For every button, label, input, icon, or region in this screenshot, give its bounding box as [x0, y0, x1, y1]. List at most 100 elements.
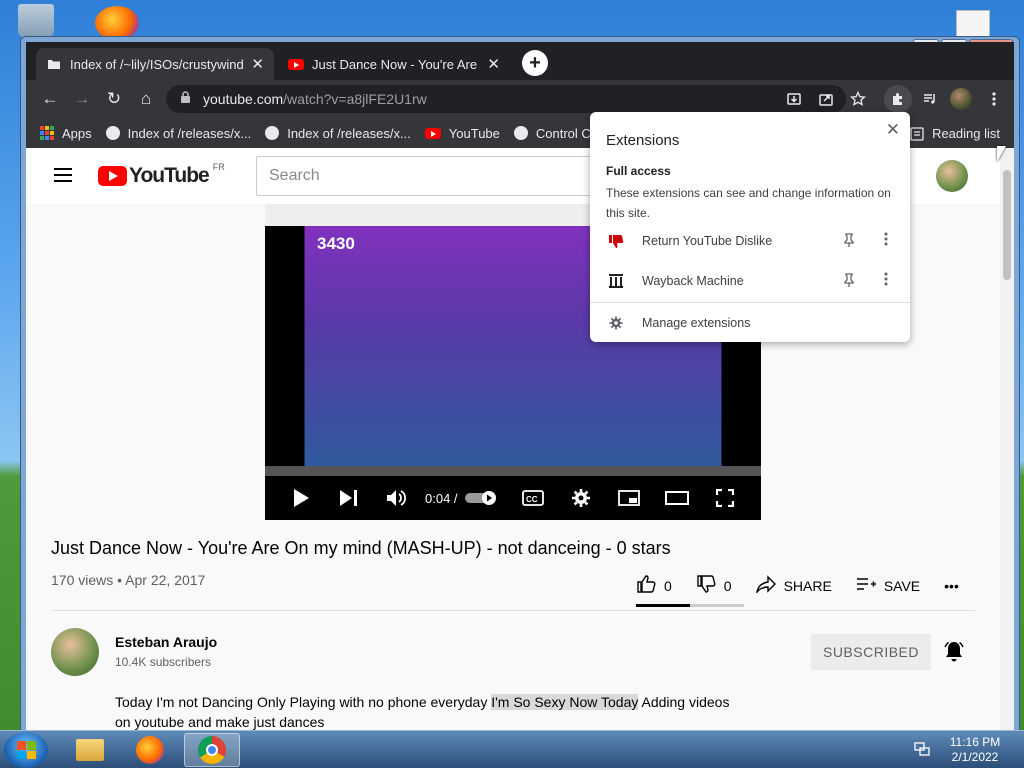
dislike-extension-icon: [608, 233, 624, 249]
extension-name: Wayback Machine: [642, 274, 744, 288]
profile-avatar-icon[interactable]: [950, 88, 972, 110]
home-icon[interactable]: ⌂: [134, 87, 158, 111]
scrollbar-thumb[interactable]: [1003, 170, 1011, 280]
tab-close-icon[interactable]: ✕: [487, 55, 500, 73]
autoplay-toggle[interactable]: [465, 476, 499, 520]
firefox-icon: [136, 736, 164, 764]
captions-icon[interactable]: CC: [521, 476, 545, 520]
bookmark-star-icon[interactable]: [846, 87, 870, 111]
video-title: Just Dance Now - You're Are On my mind (…: [51, 538, 671, 558]
youtube-favicon-icon: [288, 56, 304, 72]
next-icon[interactable]: [337, 476, 361, 520]
volume-icon[interactable]: [385, 476, 409, 520]
notification-bell-icon[interactable]: [944, 641, 964, 669]
tab-title: Index of /~lily/ISOs/crustywindows: [70, 56, 244, 72]
share-arrow-icon: [755, 574, 776, 598]
system-clock[interactable]: 11:16 PM 2/1/2022: [940, 735, 1010, 765]
channel-avatar[interactable]: [51, 628, 99, 676]
theater-mode-icon[interactable]: [665, 476, 689, 520]
mouse-cursor: [997, 146, 1006, 162]
install-icon[interactable]: [782, 87, 806, 111]
bookmark-label: YouTube: [448, 125, 500, 141]
windows-logo-icon: [17, 741, 36, 759]
reading-list-button[interactable]: Reading list: [910, 126, 1000, 141]
settings-gear-icon[interactable]: [569, 476, 593, 520]
account-avatar[interactable]: [936, 160, 968, 192]
taskbar-firefox[interactable]: [122, 733, 178, 767]
section-divider: [51, 610, 975, 611]
new-tab-button[interactable]: +: [522, 50, 548, 76]
back-arrow-icon[interactable]: ←: [38, 87, 62, 111]
page-scrollbar[interactable]: [1000, 148, 1014, 730]
dislike-button[interactable]: 0: [696, 574, 732, 599]
extension-name: Return YouTube Dislike: [642, 234, 773, 248]
thumbs-down-icon: [696, 574, 716, 599]
reload-icon[interactable]: ↻: [102, 87, 126, 111]
extension-more-icon[interactable]: [884, 272, 888, 291]
settings-gear-icon: [608, 315, 624, 331]
recycle-bin-icon[interactable]: [18, 4, 54, 38]
chrome-icon: [198, 736, 226, 764]
bookmark-releases-1[interactable]: Index of /releases/x...: [105, 125, 252, 141]
globe-icon: [265, 126, 280, 140]
bookmark-releases-2[interactable]: Index of /releases/x...: [265, 126, 411, 141]
share-button[interactable]: SHARE: [755, 574, 832, 598]
playlist-add-icon: [856, 576, 876, 597]
youtube-logo[interactable]: YouTube FR: [98, 162, 225, 188]
forward-arrow-icon[interactable]: →: [70, 87, 94, 111]
subscribed-button[interactable]: SUBSCRIBED: [811, 634, 931, 670]
taskbar-file-explorer[interactable]: [62, 733, 118, 767]
extension-more-icon[interactable]: [884, 232, 888, 251]
globe-icon: [105, 126, 120, 140]
tab-title: Just Dance Now - You're Are On my mind: [312, 56, 479, 72]
bookmark-youtube[interactable]: YouTube: [424, 125, 500, 141]
start-button[interactable]: [4, 732, 48, 768]
tab-close-icon[interactable]: ✕: [251, 55, 264, 73]
share-page-icon[interactable]: [814, 87, 838, 111]
extension-wayback-machine[interactable]: Wayback Machine: [590, 262, 910, 300]
pin-icon[interactable]: [844, 272, 854, 290]
tab-index-of-isos[interactable]: Index of /~lily/ISOs/crustywindows ✕: [36, 48, 274, 80]
miniplayer-icon[interactable]: [617, 476, 641, 520]
address-bar[interactable]: youtube.com /watch?v=a8jlFE2U1rw: [166, 85, 846, 113]
network-icon[interactable]: [914, 741, 930, 760]
wayback-machine-icon: [608, 273, 624, 289]
play-icon[interactable]: [289, 476, 313, 520]
video-progress-bar[interactable]: [265, 466, 761, 476]
video-views-date: 170 views • Apr 22, 2017: [51, 572, 206, 588]
bookmark-label: Index of /releases/x...: [287, 125, 411, 141]
url-path: /watch?v=a8jlFE2U1rw: [283, 91, 427, 107]
media-queue-icon[interactable]: [918, 87, 942, 111]
chrome-menu-icon[interactable]: [982, 87, 1006, 111]
reading-list-icon: [910, 126, 924, 141]
youtube-play-icon: [98, 166, 127, 186]
video-description: Today I'm not Dancing Only Playing with …: [115, 692, 735, 730]
popup-close-icon[interactable]: ✕: [886, 120, 900, 140]
tab-youtube-video[interactable]: Just Dance Now - You're Are On my mind ✕: [278, 48, 510, 80]
manage-extensions-label: Manage extensions: [642, 316, 751, 330]
save-button[interactable]: SAVE: [856, 576, 920, 597]
apps-grid-icon: [40, 126, 54, 140]
more-actions-icon[interactable]: •••: [944, 578, 959, 594]
pin-icon[interactable]: [844, 232, 854, 250]
like-button[interactable]: 0: [636, 574, 672, 599]
fullscreen-icon[interactable]: [713, 476, 737, 520]
firefox-desktop-icon[interactable]: [95, 6, 139, 40]
taskbar-chrome[interactable]: [184, 733, 240, 767]
channel-name[interactable]: Esteban Araujo: [115, 634, 217, 650]
clock-time: 11:16 PM: [949, 735, 1001, 749]
popup-title: Extensions: [606, 132, 680, 149]
youtube-wordmark: YouTube: [129, 164, 210, 187]
save-label: SAVE: [883, 578, 921, 594]
bookmark-apps[interactable]: Apps: [40, 126, 92, 141]
thumbs-up-icon: [636, 574, 656, 599]
time-display: 0:04 /: [425, 490, 458, 506]
reading-list-label: Reading list: [932, 126, 1000, 141]
share-label: SHARE: [783, 578, 832, 594]
hamburger-menu-icon[interactable]: [54, 168, 72, 182]
manage-extensions-button[interactable]: Manage extensions: [590, 304, 910, 342]
bookmark-label: Index of /releases/x...: [127, 125, 252, 141]
extensions-puzzle-icon[interactable]: [884, 85, 912, 113]
country-code: FR: [212, 162, 225, 172]
extension-return-youtube-dislike[interactable]: Return YouTube Dislike: [590, 222, 910, 260]
